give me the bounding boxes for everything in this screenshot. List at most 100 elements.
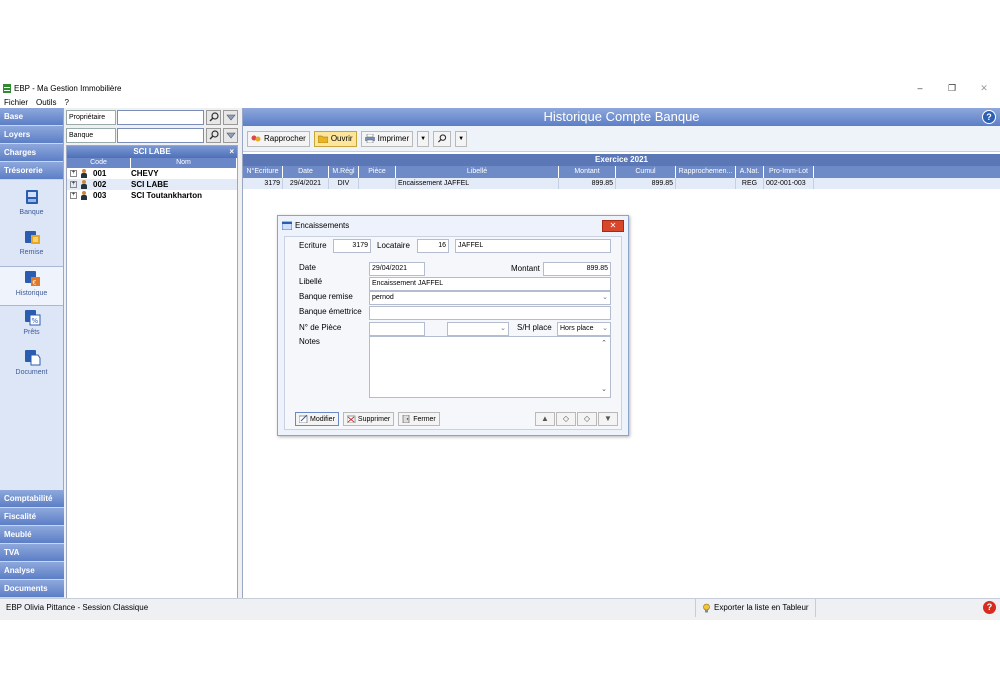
nav-item-historique[interactable]: € Historique (0, 266, 63, 306)
menu-help[interactable]: ? (64, 98, 68, 107)
locataire-name-field[interactable]: JAFFEL (455, 239, 611, 253)
bank-search-icon[interactable] (206, 127, 222, 143)
table-row[interactable]: 3179 29/4/2021 DIV Encaissement JAFFEL 8… (243, 178, 1000, 189)
last-record-icon[interactable]: ▼ (598, 412, 618, 426)
chevron-down-icon: ⌄ (602, 294, 608, 301)
col-libelle[interactable]: Libellé (396, 166, 559, 178)
col-pro-imm-lot[interactable]: Pro-Imm-Lot (764, 166, 814, 178)
nav-item-remise[interactable]: Remise (0, 226, 63, 266)
search-dropdown-icon[interactable]: ▼ (455, 130, 468, 147)
svg-text:€: € (32, 280, 36, 287)
scroll-down-icon[interactable]: ⌄ (601, 384, 607, 396)
bank-dropdown-icon[interactable] (223, 127, 238, 143)
maximize-button[interactable]: ❐ (936, 80, 968, 96)
expand-icon[interactable]: + (70, 181, 77, 188)
imprimer-label: Imprimer (377, 134, 410, 143)
montant-label: Montant (511, 264, 540, 273)
banque-remise-label: Banque remise (299, 292, 353, 301)
tree-col-code[interactable]: Code (67, 158, 131, 168)
tresorerie-icon-panel: Banque Remise € Historique % Prêts Docum… (0, 180, 63, 497)
nav-section-tva[interactable]: TVA (0, 544, 64, 562)
fermer-button[interactable]: Fermer (398, 412, 440, 426)
nav-section-charges[interactable]: Charges (0, 144, 63, 162)
col-anat[interactable]: A.Nat. (736, 166, 764, 178)
supprimer-button[interactable]: Supprimer (342, 412, 395, 426)
red-help-icon[interactable]: ? (983, 601, 996, 614)
tree-row[interactable]: + 003 SCI Toutankharton (67, 190, 237, 201)
imprimer-button[interactable]: Imprimer (360, 130, 414, 147)
scroll-up-icon[interactable]: ⌃ (601, 338, 607, 350)
locataire-number-field[interactable]: 16 (417, 239, 449, 253)
expand-icon[interactable]: + (70, 192, 77, 199)
col-rapprochement[interactable]: Rapprochemen... (676, 166, 736, 178)
owner-filter-input[interactable] (116, 109, 205, 125)
rapprocher-button[interactable]: Rapprocher (247, 130, 310, 147)
banque-emettrice-field[interactable] (369, 306, 611, 320)
col-cumul[interactable]: Cumul (616, 166, 676, 178)
nav-section-base[interactable]: Base (0, 108, 63, 126)
nav-item-banque[interactable]: Banque (0, 186, 63, 226)
toolbar: Rapprocher Ouvrir Imprimer ▼ ▼ (243, 126, 1000, 152)
export-button[interactable]: Exporter la liste en Tableur (696, 598, 816, 617)
remise-icon (24, 231, 40, 244)
cell-date: 29/4/2021 (283, 178, 329, 189)
col-date[interactable]: Date (283, 166, 329, 178)
montant-field[interactable]: 899.85 (543, 262, 611, 276)
grid-title: Exercice 2021 (243, 154, 1000, 166)
person-icon (81, 180, 87, 189)
menu-outils[interactable]: Outils (36, 98, 56, 107)
col-piece[interactable]: Pièce (359, 166, 396, 178)
nav-item-prets[interactable]: % Prêts (0, 306, 63, 346)
door-icon (402, 415, 410, 423)
first-record-icon[interactable]: ▲ (535, 412, 555, 426)
ecriture-field[interactable]: 3179 (333, 239, 371, 253)
tree-col-name[interactable]: Nom (131, 158, 237, 168)
close-window-button[interactable]: ✕ (968, 80, 1000, 96)
col-mregl[interactable]: M.Régl (329, 166, 359, 178)
search-button[interactable] (433, 130, 452, 147)
owner-dropdown-icon[interactable] (223, 109, 238, 125)
nav-section-documents[interactable]: Documents (0, 580, 64, 598)
loan-icon: % (24, 310, 40, 326)
nav-item-document[interactable]: Document (0, 346, 63, 386)
piece-type-select[interactable]: ⌄ (447, 322, 509, 336)
date-field[interactable]: 29/04/2021 (369, 262, 425, 276)
ouvrir-button[interactable]: Ouvrir (313, 130, 357, 147)
nav-item-label: Remise (19, 249, 44, 256)
sh-place-select[interactable]: Hors place ⌄ (557, 322, 611, 336)
main-header: Historique Compte Banque ? (243, 108, 1000, 126)
dialog-close-button[interactable]: ✕ (602, 220, 624, 232)
nav-section-analyse[interactable]: Analyse (0, 562, 64, 580)
tree-close-button[interactable]: × (229, 146, 234, 158)
window-title: EBP - Ma Gestion Immobilière (14, 83, 122, 93)
col-ecriture[interactable]: N°Ecriture (243, 166, 283, 178)
tree-row[interactable]: + 001 CHEVY (67, 168, 237, 179)
tree-header: SCI LABE × (67, 146, 237, 158)
modifier-button[interactable]: Modifier (295, 412, 339, 426)
cell-rapprochement (676, 178, 736, 189)
nav-section-loyers[interactable]: Loyers (0, 126, 63, 144)
nav-section-comptabilite[interactable]: Comptabilité (0, 490, 64, 508)
bank-filter-input[interactable] (116, 127, 205, 143)
person-icon (81, 191, 87, 200)
previous-record-icon[interactable]: ◇ (556, 412, 576, 426)
nav-section-meuble[interactable]: Meublé (0, 526, 64, 544)
col-montant[interactable]: Montant (559, 166, 616, 178)
banque-remise-value: pernod (372, 294, 394, 301)
help-button[interactable]: ? (982, 110, 996, 124)
piece-field[interactable] (369, 322, 425, 336)
notes-textarea[interactable]: ⌃ ⌄ (369, 336, 611, 398)
banque-remise-select[interactable]: pernod ⌄ (369, 291, 611, 305)
page-title: Historique Compte Banque (543, 109, 700, 124)
nav-section-fiscalite[interactable]: Fiscalité (0, 508, 64, 526)
next-record-icon[interactable]: ◇ (577, 412, 597, 426)
libelle-field[interactable]: Encaissement JAFFEL (369, 277, 611, 291)
expand-icon[interactable]: + (70, 170, 77, 177)
tree-row[interactable]: + 002 SCI LABE (67, 179, 237, 190)
imprimer-dropdown-icon[interactable]: ▼ (417, 130, 430, 147)
menu-fichier[interactable]: Fichier (4, 98, 28, 107)
owner-search-icon[interactable] (206, 109, 222, 125)
minimize-button[interactable]: – (904, 80, 936, 96)
nav-item-label: Document (15, 369, 48, 376)
nav-section-tresorerie[interactable]: Trésorerie (0, 162, 63, 180)
